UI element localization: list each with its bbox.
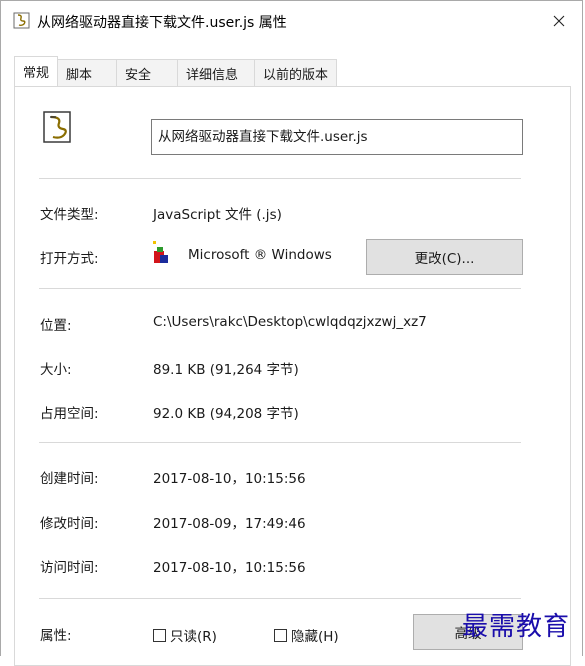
- size-label: 大小:: [40, 362, 72, 378]
- accessed-label: 访问时间:: [40, 560, 99, 576]
- script-file-icon: [13, 12, 30, 29]
- opens-with-label: 打开方式:: [40, 251, 99, 267]
- modified-value: 2017-08-09，17:49:46: [153, 516, 306, 532]
- title-bar[interactable]: 从网络驱动器直接下载文件.user.js 属性: [1, 1, 582, 41]
- tab-general[interactable]: 常规: [14, 56, 59, 86]
- divider: [39, 288, 521, 289]
- accessed-value: 2017-08-10，10:15:56: [153, 560, 306, 576]
- script-file-icon: [43, 111, 71, 143]
- change-button[interactable]: 更改(C)...: [366, 239, 523, 275]
- created-value: 2017-08-10，10:15:56: [153, 471, 306, 487]
- checkbox-box[interactable]: [274, 628, 287, 642]
- windows-script-host-icon: [153, 241, 168, 263]
- checkbox-box[interactable]: [153, 628, 166, 642]
- divider: [39, 598, 521, 599]
- watermark-text: 最需教育: [462, 612, 571, 642]
- file-type-label: 文件类型:: [40, 207, 99, 223]
- window-title: 从网络驱动器直接下载文件.user.js 属性: [37, 15, 287, 31]
- created-label: 创建时间:: [40, 471, 99, 487]
- opens-with-value: Microsoft ® Windows: [188, 247, 332, 263]
- divider: [39, 178, 521, 179]
- file-type-value: JavaScript 文件 (.js): [153, 207, 282, 223]
- attributes-label: 属性:: [40, 628, 72, 644]
- divider: [39, 442, 521, 443]
- readonly-checkbox[interactable]: 只读(R): [153, 625, 217, 645]
- tab-security[interactable]: 安全: [116, 59, 179, 86]
- size-value: 89.1 KB (91,264 字节): [153, 362, 299, 378]
- properties-window: 从网络驱动器直接下载文件.user.js 属性 常规 脚本 安全 详细信息 以前…: [0, 0, 583, 666]
- hidden-label: 隐藏(H): [291, 629, 339, 645]
- size-on-disk-label: 占用空间:: [40, 406, 99, 422]
- close-button[interactable]: [536, 1, 582, 41]
- location-value: C:\Users\rakc\Desktop\cwlqdqzjxzwj_xz7: [153, 314, 427, 330]
- tab-previous-versions[interactable]: 以前的版本: [254, 59, 338, 86]
- size-on-disk-value: 92.0 KB (94,208 字节): [153, 406, 299, 422]
- tab-strip: 常规 脚本 安全 详细信息 以前的版本: [14, 56, 338, 86]
- file-name-input[interactable]: 从网络驱动器直接下载文件.user.js: [151, 119, 523, 155]
- hidden-checkbox[interactable]: 隐藏(H): [274, 625, 339, 645]
- modified-label: 修改时间:: [40, 516, 99, 532]
- location-label: 位置:: [40, 318, 72, 334]
- tab-script[interactable]: 脚本: [57, 59, 118, 86]
- tab-details[interactable]: 详细信息: [177, 59, 256, 86]
- close-icon: [553, 15, 565, 27]
- readonly-label: 只读(R): [170, 629, 217, 645]
